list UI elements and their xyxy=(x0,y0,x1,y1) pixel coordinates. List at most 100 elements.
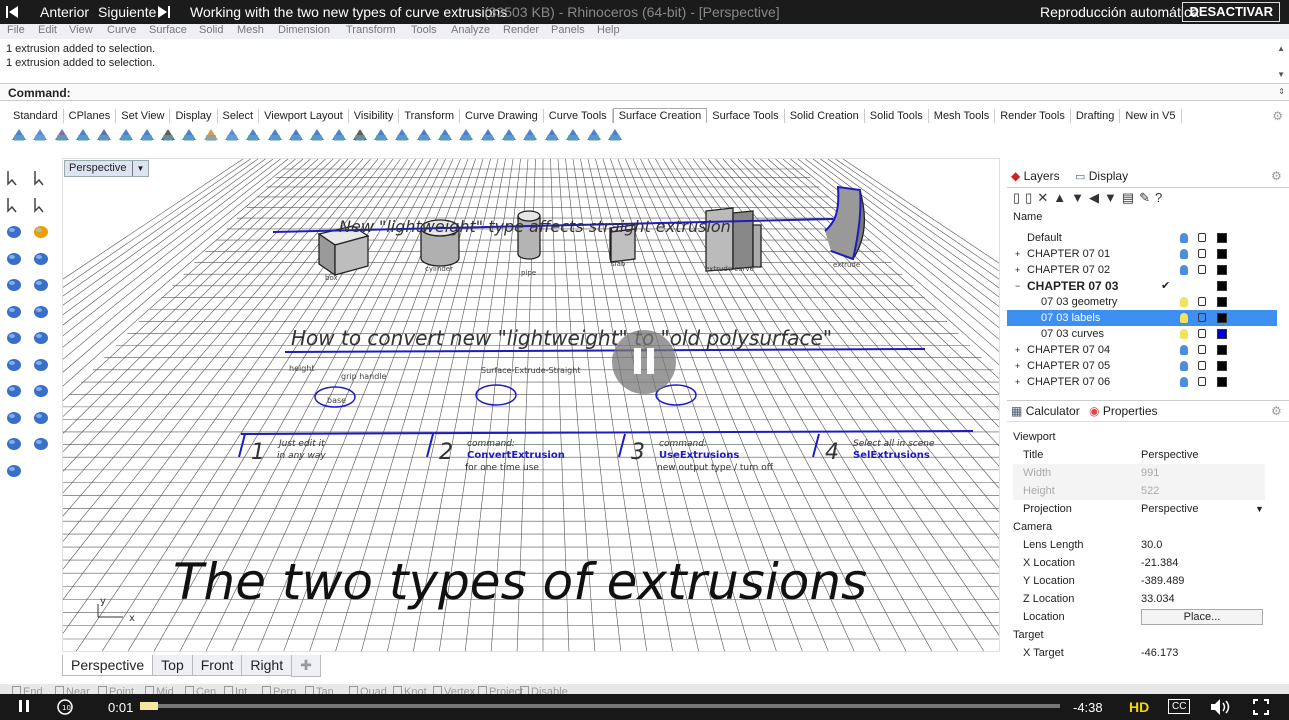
rotate-icon[interactable] xyxy=(4,433,26,453)
variable-fillet-icon[interactable] xyxy=(457,126,475,146)
menu-item[interactable]: Curve xyxy=(107,24,136,36)
toolbar-tab[interactable]: Set View xyxy=(116,109,171,123)
gear-icon[interactable]: ⚙ xyxy=(1272,109,1283,123)
menu-item[interactable]: Dimension xyxy=(278,24,330,36)
previous-button[interactable]: Anterior xyxy=(40,4,89,20)
progress-bar[interactable] xyxy=(140,702,1060,710)
expand-icon[interactable]: + xyxy=(1015,342,1020,358)
layer-row[interactable]: 07 03 curves xyxy=(1007,326,1277,342)
point-grid-icon[interactable] xyxy=(10,126,28,146)
layer-row[interactable]: + CHAPTER 07 02 xyxy=(1007,262,1277,278)
tools-icon[interactable]: ✎ xyxy=(1139,190,1155,205)
dropdown-arrow-icon[interactable]: ▼ xyxy=(1255,500,1264,518)
planar-curves-icon[interactable] xyxy=(74,126,92,146)
toolbar-tab[interactable]: Curve Drawing xyxy=(460,109,544,123)
new-sublayer-icon[interactable]: ▯ xyxy=(1025,190,1037,205)
cap-solid-icon[interactable] xyxy=(31,433,53,453)
layer-row[interactable]: + CHAPTER 07 06 xyxy=(1007,374,1277,390)
tab-perspective[interactable]: Perspective xyxy=(62,655,154,676)
corner-points-icon[interactable] xyxy=(31,126,49,146)
truncated-cone-icon[interactable] xyxy=(31,327,53,347)
properties-tab[interactable]: ◉ Properties xyxy=(1089,404,1158,418)
octahedron-icon[interactable] xyxy=(31,354,53,374)
toolbar-tab[interactable]: Viewport Layout xyxy=(259,109,349,123)
lightbulb-icon[interactable] xyxy=(1180,297,1188,307)
lightbulb-icon[interactable] xyxy=(1180,345,1188,355)
layer-row[interactable]: 07 03 labels xyxy=(1007,310,1277,326)
add-viewport-icon[interactable]: ✚ xyxy=(291,655,321,677)
deactivate-button[interactable]: DESACTIVAR xyxy=(1182,2,1280,22)
polyline-icon[interactable] xyxy=(4,221,26,241)
menu-item[interactable]: Surface xyxy=(149,24,187,36)
lightbulb-icon[interactable] xyxy=(1180,329,1188,339)
trim-icon[interactable] xyxy=(521,126,539,146)
layer-color-swatch[interactable] xyxy=(1217,265,1227,275)
offset-icon[interactable] xyxy=(351,126,369,146)
chamfer-icon[interactable] xyxy=(393,126,411,146)
lock-icon[interactable] xyxy=(1198,361,1206,370)
menu-item[interactable]: Help xyxy=(597,24,620,36)
layer-color-swatch[interactable] xyxy=(1217,281,1227,291)
menu-item[interactable]: Solid xyxy=(199,24,223,36)
property-row[interactable]: Title Perspective xyxy=(1013,446,1265,464)
rectangle-plane-icon[interactable] xyxy=(138,126,156,146)
lightbulb-icon[interactable] xyxy=(1180,265,1188,275)
merge-icon[interactable] xyxy=(585,126,603,146)
network-icon[interactable] xyxy=(266,126,284,146)
sphere-icon[interactable] xyxy=(4,274,26,294)
torus-icon[interactable] xyxy=(4,301,26,321)
tab-right[interactable]: Right xyxy=(241,655,293,676)
lock-icon[interactable] xyxy=(1198,345,1206,354)
edge-curves-icon[interactable] xyxy=(53,126,71,146)
toolbar-tab[interactable]: Surface Creation xyxy=(612,108,708,123)
layer-color-swatch[interactable] xyxy=(1217,361,1227,371)
toolbar-tab[interactable]: Visibility xyxy=(349,109,400,123)
extend-icon[interactable] xyxy=(415,126,433,146)
cone-icon[interactable] xyxy=(4,327,26,347)
pipe-icon[interactable] xyxy=(31,407,53,427)
lock-icon[interactable] xyxy=(1198,233,1206,242)
expand-icon[interactable]: + xyxy=(1015,262,1020,278)
move-down-icon[interactable]: ▼ xyxy=(1071,190,1089,205)
layers-tab[interactable]: ◆ Layers xyxy=(1011,169,1060,183)
perspective-viewport[interactable]: New "lightweight" type affects straight … xyxy=(62,158,1000,652)
previous-icon[interactable] xyxy=(6,5,18,21)
layer-states-icon[interactable]: ▤ xyxy=(1122,190,1139,205)
property-row[interactable]: Y Location -389.489 xyxy=(1013,572,1265,590)
select-arrow-icon[interactable] xyxy=(4,168,26,188)
lightbulb-icon[interactable] xyxy=(1180,361,1188,371)
toolbar-tab[interactable]: New in V5 xyxy=(1120,109,1182,123)
expand-icon[interactable]: − xyxy=(1015,278,1020,294)
tube-icon[interactable] xyxy=(31,380,53,400)
toolbar-tab[interactable]: Render Tools xyxy=(995,109,1071,123)
blend-icon[interactable] xyxy=(287,126,305,146)
play-pause-icon[interactable] xyxy=(18,699,30,716)
lightbulb-icon[interactable] xyxy=(1180,313,1188,323)
drape-icon[interactable] xyxy=(308,126,326,146)
next-button[interactable]: Siguiente xyxy=(98,4,156,20)
cap-icon[interactable] xyxy=(479,126,497,146)
menu-item[interactable]: Transform xyxy=(346,24,396,36)
layer-color-swatch[interactable] xyxy=(1217,329,1227,339)
lightbulb-icon[interactable] xyxy=(1180,249,1188,259)
property-row[interactable]: X Target -46.173 xyxy=(1013,644,1265,662)
calculator-tab[interactable]: ▦ Calculator xyxy=(1011,404,1080,418)
layer-row[interactable]: + CHAPTER 07 05 xyxy=(1007,358,1277,374)
menu-item[interactable]: Mesh xyxy=(237,24,264,36)
untrim-icon[interactable] xyxy=(543,126,561,146)
toolbar-tab[interactable]: Standard xyxy=(8,109,64,123)
ring-icon[interactable] xyxy=(4,407,26,427)
cylinder-icon[interactable] xyxy=(4,380,26,400)
line-icon[interactable] xyxy=(31,195,53,215)
hd-button[interactable]: HD xyxy=(1129,699,1149,715)
property-row[interactable]: Width 991 xyxy=(1013,464,1265,482)
property-row[interactable]: Height 522 xyxy=(1013,482,1265,500)
menu-item[interactable]: Render xyxy=(503,24,539,36)
menu-item[interactable]: Analyze xyxy=(451,24,490,36)
viewport-title-tab[interactable]: Perspective ▼ xyxy=(64,160,150,177)
property-row[interactable]: Location Place... xyxy=(1013,608,1265,626)
expand-icon[interactable]: + xyxy=(1015,358,1020,374)
extrude-icon[interactable] xyxy=(95,126,113,146)
rail-revolve-icon[interactable] xyxy=(180,126,198,146)
menu-item[interactable]: Tools xyxy=(411,24,437,36)
